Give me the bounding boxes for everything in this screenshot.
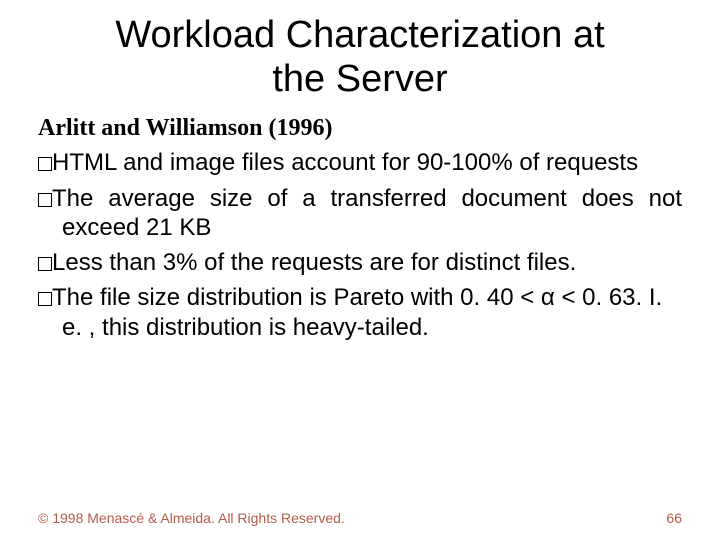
slide-body: HTML and image files account for 90-100%… [0,148,720,342]
bullet-square-icon [38,157,52,171]
bullet-text: HTML and image files account for 90-100%… [52,149,638,176]
footer-copyright: © 1998 Menascé & Almeida. All Rights Res… [38,510,345,526]
bullet-item: Less than 3% of the requests are for dis… [38,248,682,277]
bullet-text: The average size of a transferred docume… [52,185,682,241]
bullet-square-icon [38,257,52,271]
bullet-text: The file size distribution is Pareto wit… [52,284,662,340]
footer-page-number: 66 [666,510,682,526]
title-line-2: the Server [272,58,447,100]
slide: Workload Characterization at the Server … [0,0,720,540]
bullet-item: The average size of a transferred docume… [38,184,682,243]
bullet-text: Less than 3% of the requests are for dis… [52,249,576,276]
bullet-square-icon [38,292,52,306]
bullet-item: HTML and image files account for 90-100%… [38,148,682,177]
slide-title: Workload Characterization at the Server [0,0,720,107]
bullet-item: The file size distribution is Pareto wit… [38,283,682,342]
title-line-1: Workload Characterization at [115,14,604,56]
bullet-square-icon [38,193,52,207]
slide-footer: © 1998 Menascé & Almeida. All Rights Res… [0,510,720,526]
slide-subtitle: Arlitt and Williamson (1996) [0,107,720,146]
